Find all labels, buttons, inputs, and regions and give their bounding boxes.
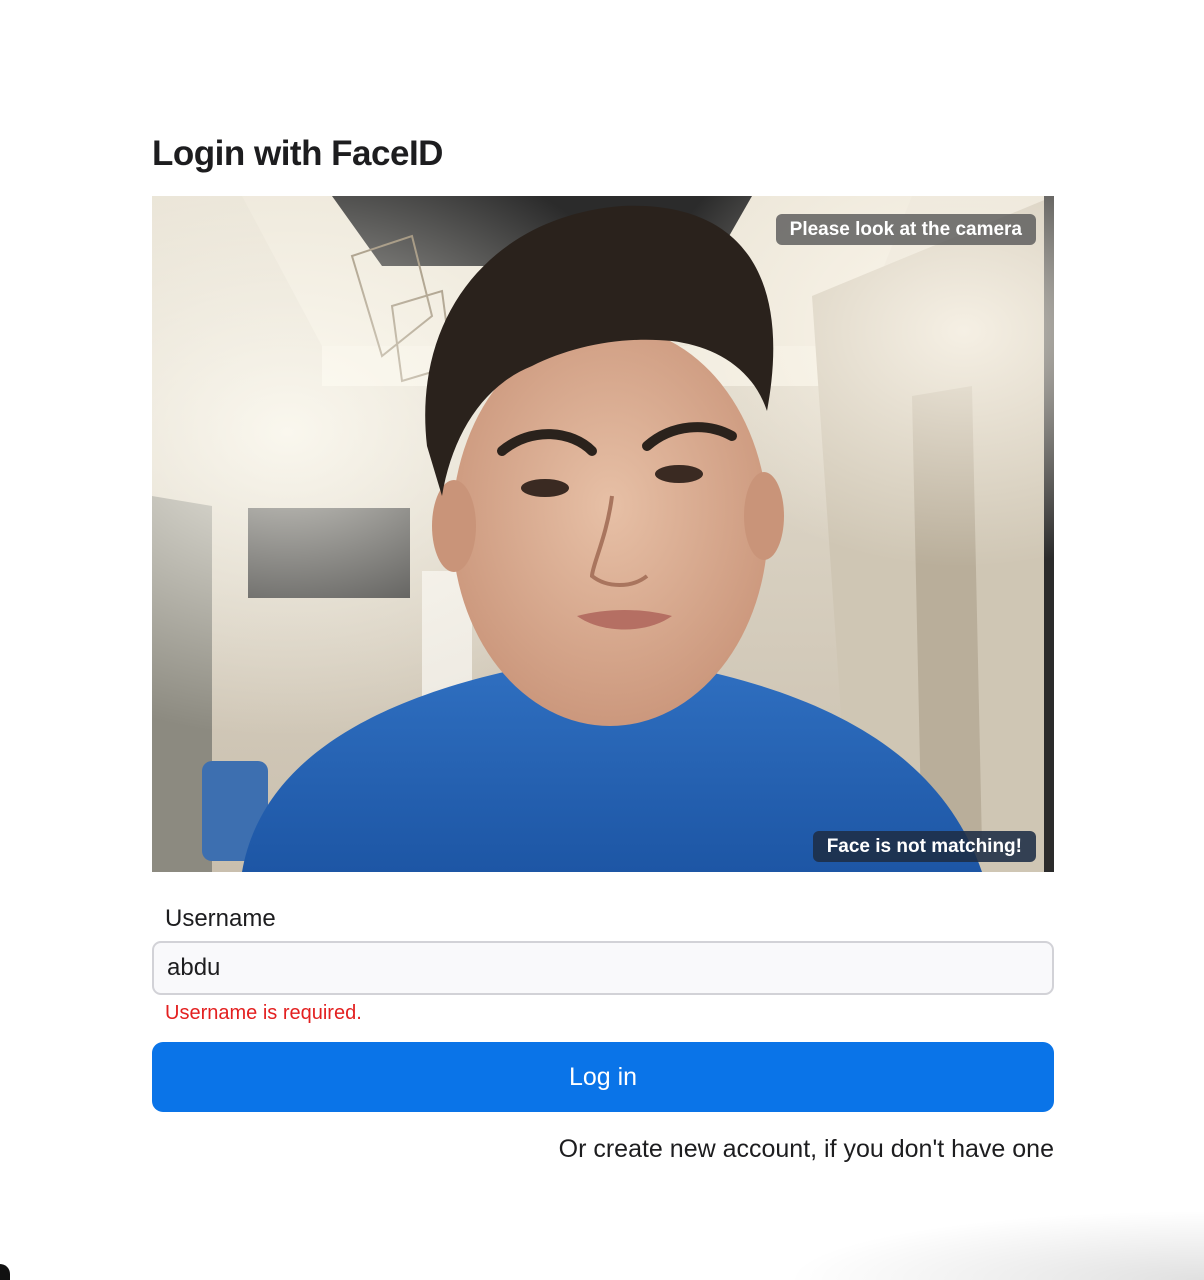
camera-preview: Please look at the camera Face is not ma… (152, 196, 1054, 872)
camera-prompt-overlay: Please look at the camera (775, 214, 1036, 245)
username-error-message: Username is required. (165, 1002, 362, 1024)
username-label: Username (165, 905, 276, 932)
face-match-status-overlay: Face is not matching! (812, 831, 1036, 862)
username-input[interactable] (152, 941, 1054, 995)
login-page: Login with FaceID Please look at the cam… (0, 0, 1204, 1280)
page-title: Login with FaceID (152, 134, 443, 173)
login-card: Login with FaceID Please look at the cam… (152, 128, 1054, 1164)
login-button[interactable]: Log in (152, 1042, 1054, 1112)
bottom-right-shadow (784, 1210, 1204, 1280)
window-corner (0, 1264, 10, 1280)
camera-feed-image (152, 196, 1054, 872)
create-account-link[interactable]: Or create new account, if you don't have… (152, 1134, 1054, 1164)
